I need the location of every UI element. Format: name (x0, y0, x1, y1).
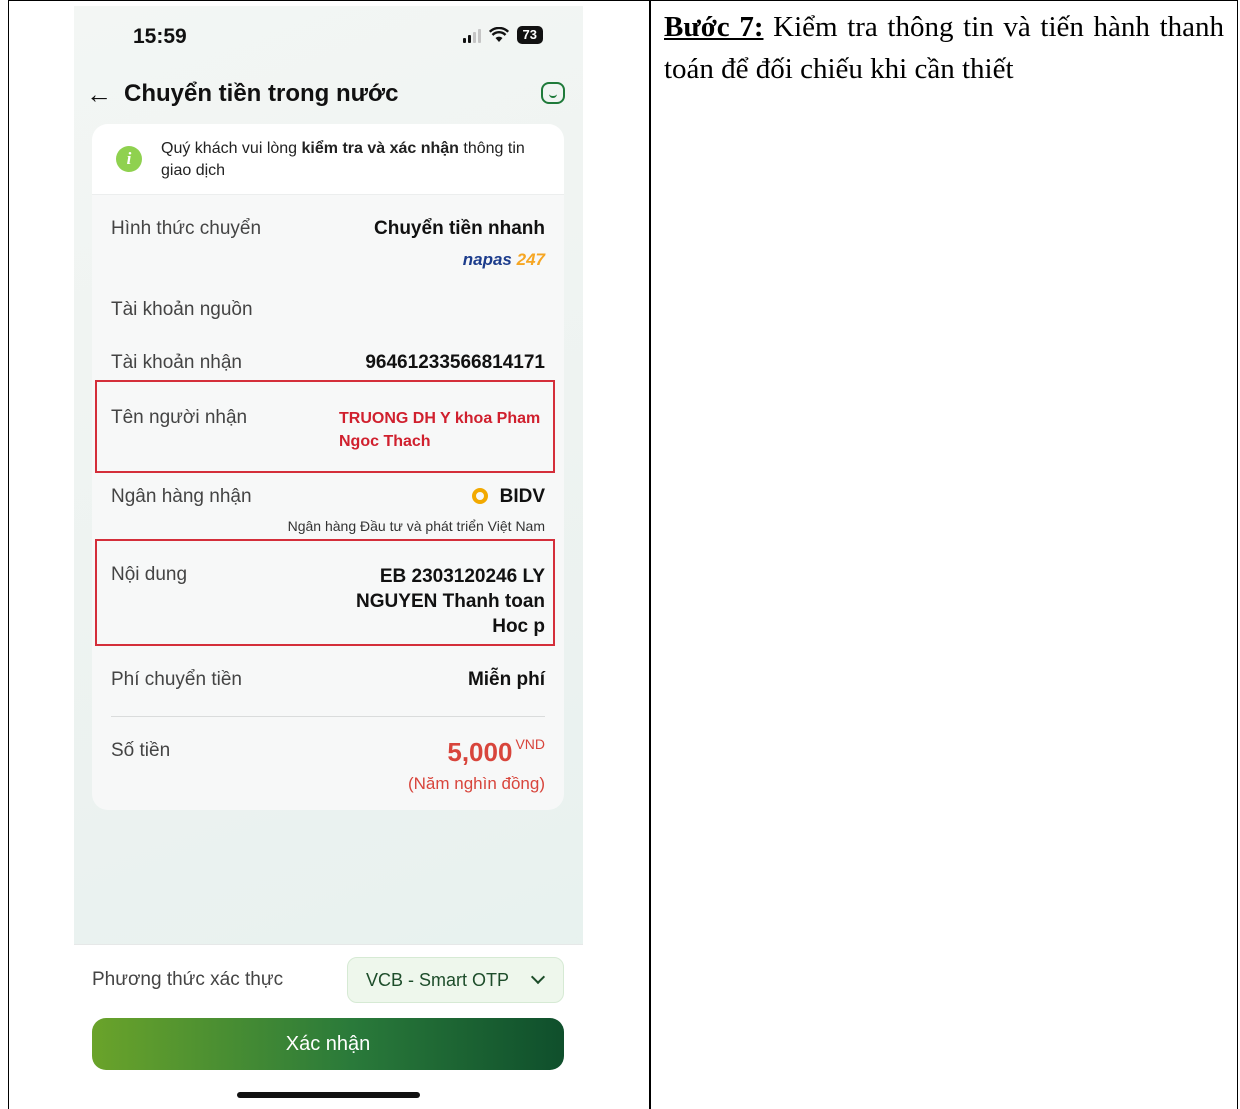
wifi-icon (488, 27, 509, 42)
auth-method-value: VCB - Smart OTP (366, 970, 510, 990)
row-label: Tài khoản nguồn (111, 299, 253, 320)
bank-full-name: Ngân hàng Đầu tư và phát triển Việt Nam (287, 518, 545, 534)
amount-value: 5,000 VND (447, 736, 545, 768)
row-source-account: Tài khoản nguồn (111, 299, 545, 329)
row-value: Chuyển tiền nhanh (374, 218, 545, 239)
confirm-button[interactable]: Xác nhận (92, 1018, 564, 1070)
row-bank: Ngân hàng nhận BIDV Ngân hàng Đầu tư và … (111, 486, 545, 546)
row-label: Tài khoản nhận (111, 352, 242, 373)
highlight-recipient-box (95, 380, 555, 473)
auth-method-label: Phương thức xác thực (92, 969, 284, 990)
row-label: Phí chuyển tiền (111, 669, 242, 690)
amount-currency: VND (515, 736, 545, 752)
row-value: BIDV (471, 486, 545, 508)
chevron-down-icon (530, 969, 546, 985)
auth-method-select[interactable]: VCB - Smart OTP (347, 957, 564, 1003)
step-label: Bước 7: (664, 11, 764, 43)
status-icons: 73 (462, 26, 543, 44)
top-app-bar: ← Chuyển tiền trong nước (86, 74, 571, 114)
info-icon: i (116, 146, 142, 172)
bottom-action-panel: Phương thức xác thực VCB - Smart OTP Xác… (74, 944, 583, 1109)
napas-number: 247 (516, 250, 545, 269)
row-value: Miễn phí (467, 669, 545, 690)
step-description: Bước 7: Kiểm tra thông tin và tiến hành … (664, 6, 1224, 90)
row-amount: Số tiền 5,000 VND (Năm nghìn đồng) (111, 736, 545, 796)
bidv-logo-icon (471, 488, 488, 504)
table-column-divider (649, 0, 651, 1109)
highlight-content-box (95, 539, 555, 646)
bank-short-name: BIDV (499, 486, 545, 507)
status-time: 15:59 (133, 25, 187, 48)
confirm-notice: i Quý khách vui lòng kiểm tra và xác nhậ… (92, 124, 564, 195)
home-indicator (237, 1092, 420, 1098)
row-label: Ngân hàng nhận (111, 486, 252, 507)
home-icon[interactable] (541, 82, 565, 104)
phone-screenshot: 15:59 73 ← Chuyển tiền trong nước i Quý … (74, 6, 583, 1109)
row-label: Hình thức chuyển (111, 218, 262, 239)
amount-number: 5,000 (447, 737, 513, 767)
notice-bold: kiểm tra và xác nhận (301, 140, 459, 157)
amount-in-words: (Năm nghìn đồng) (407, 774, 545, 793)
napas-text: napas (462, 250, 512, 269)
notice-prefix: Quý khách vui lòng (161, 140, 302, 157)
napas-logo: napas 247 (463, 250, 545, 270)
page-title: Chuyển tiền trong nước (124, 80, 399, 107)
row-value: 96461233566814171 (365, 352, 545, 373)
notice-text: Quý khách vui lòng kiểm tra và xác nhận … (161, 138, 546, 182)
row-transfer-type: Hình thức chuyển Chuyển tiền nhanh napas… (111, 218, 545, 278)
battery-icon: 73 (516, 26, 543, 44)
signal-icon (462, 27, 481, 43)
row-label: Số tiền (111, 740, 171, 761)
row-dest-account: Tài khoản nhận 96461233566814171 (111, 352, 545, 382)
row-fee: Phí chuyển tiền Miễn phí (111, 669, 545, 699)
back-arrow-icon[interactable]: ← (86, 79, 124, 110)
divider (111, 716, 545, 717)
